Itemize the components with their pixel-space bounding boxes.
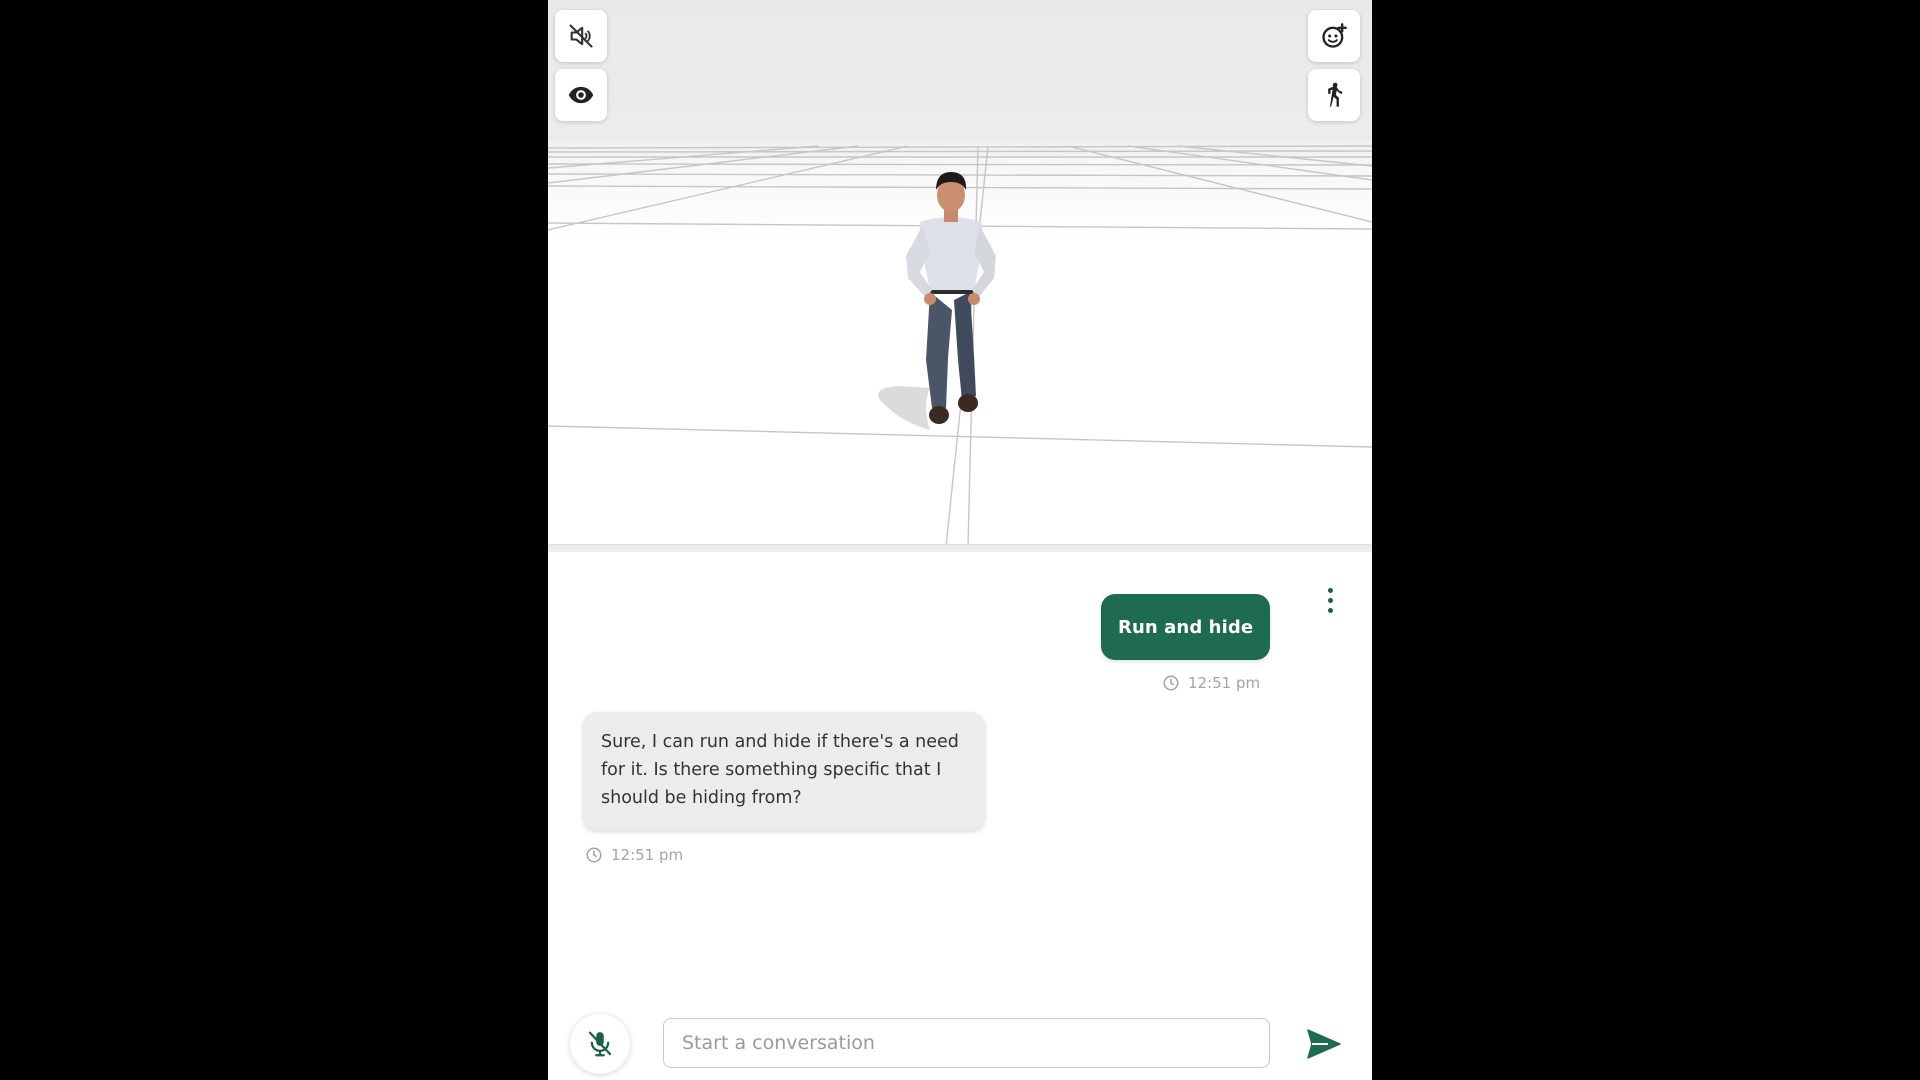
more-options-icon[interactable] [1318, 580, 1342, 620]
assistant-message-timestamp: 12:51 pm [585, 846, 683, 864]
visibility-toggle-button[interactable] [555, 69, 607, 121]
avatar-character[interactable] [870, 160, 1010, 450]
walking-person-icon [1328, 82, 1343, 107]
send-button[interactable] [1302, 1024, 1346, 1064]
animation-button[interactable] [1308, 69, 1360, 121]
avatar-chat-app: Run and hide 12:51 pm Sure, I can run an… [548, 0, 1372, 1080]
emotion-button[interactable] [1308, 10, 1360, 62]
assistant-message-text: Sure, I can run and hide if there's a ne… [601, 732, 959, 808]
mic-off-icon [588, 1031, 612, 1057]
speaker-muted-icon [569, 24, 593, 48]
mute-toggle-button[interactable] [555, 10, 607, 62]
clock-icon [586, 847, 602, 863]
assistant-message-bubble: Sure, I can run and hide if there's a ne… [583, 712, 985, 830]
face-add-icon [1322, 23, 1347, 48]
clock-icon [1163, 675, 1179, 691]
user-message-bubble: Run and hide [1101, 594, 1271, 660]
chat-panel: Run and hide 12:51 pm Sure, I can run an… [548, 552, 1372, 1080]
user-message-text: Run and hide [1118, 616, 1254, 638]
send-icon [1307, 1029, 1341, 1059]
user-message-timestamp: 12:51 pm [1162, 674, 1260, 692]
message-input[interactable] [663, 1018, 1270, 1068]
microphone-toggle-button[interactable] [570, 1014, 630, 1074]
eye-icon [568, 86, 594, 104]
avatar-viewport[interactable] [548, 0, 1372, 546]
